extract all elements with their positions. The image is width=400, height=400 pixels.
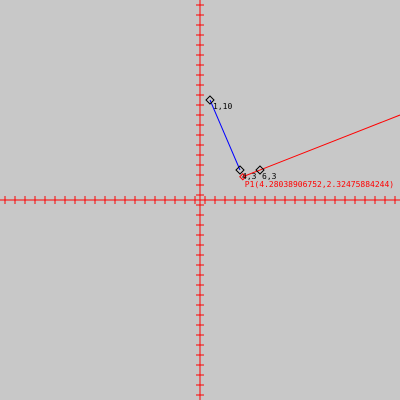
coordinate-plane[interactable]: 1,10 4,3 6,3 P1(4.28038906752,2.32475884… <box>0 0 400 400</box>
point-label-1-10: 1,10 <box>213 102 232 111</box>
axes <box>0 0 400 400</box>
intersection-label: P1(4.28038906752,2.32475884244) <box>245 180 394 189</box>
red-ray[interactable] <box>242 114 400 178</box>
plot-canvas[interactable]: 1,10 4,3 6,3 P1(4.28038906752,2.32475884… <box>0 0 400 400</box>
